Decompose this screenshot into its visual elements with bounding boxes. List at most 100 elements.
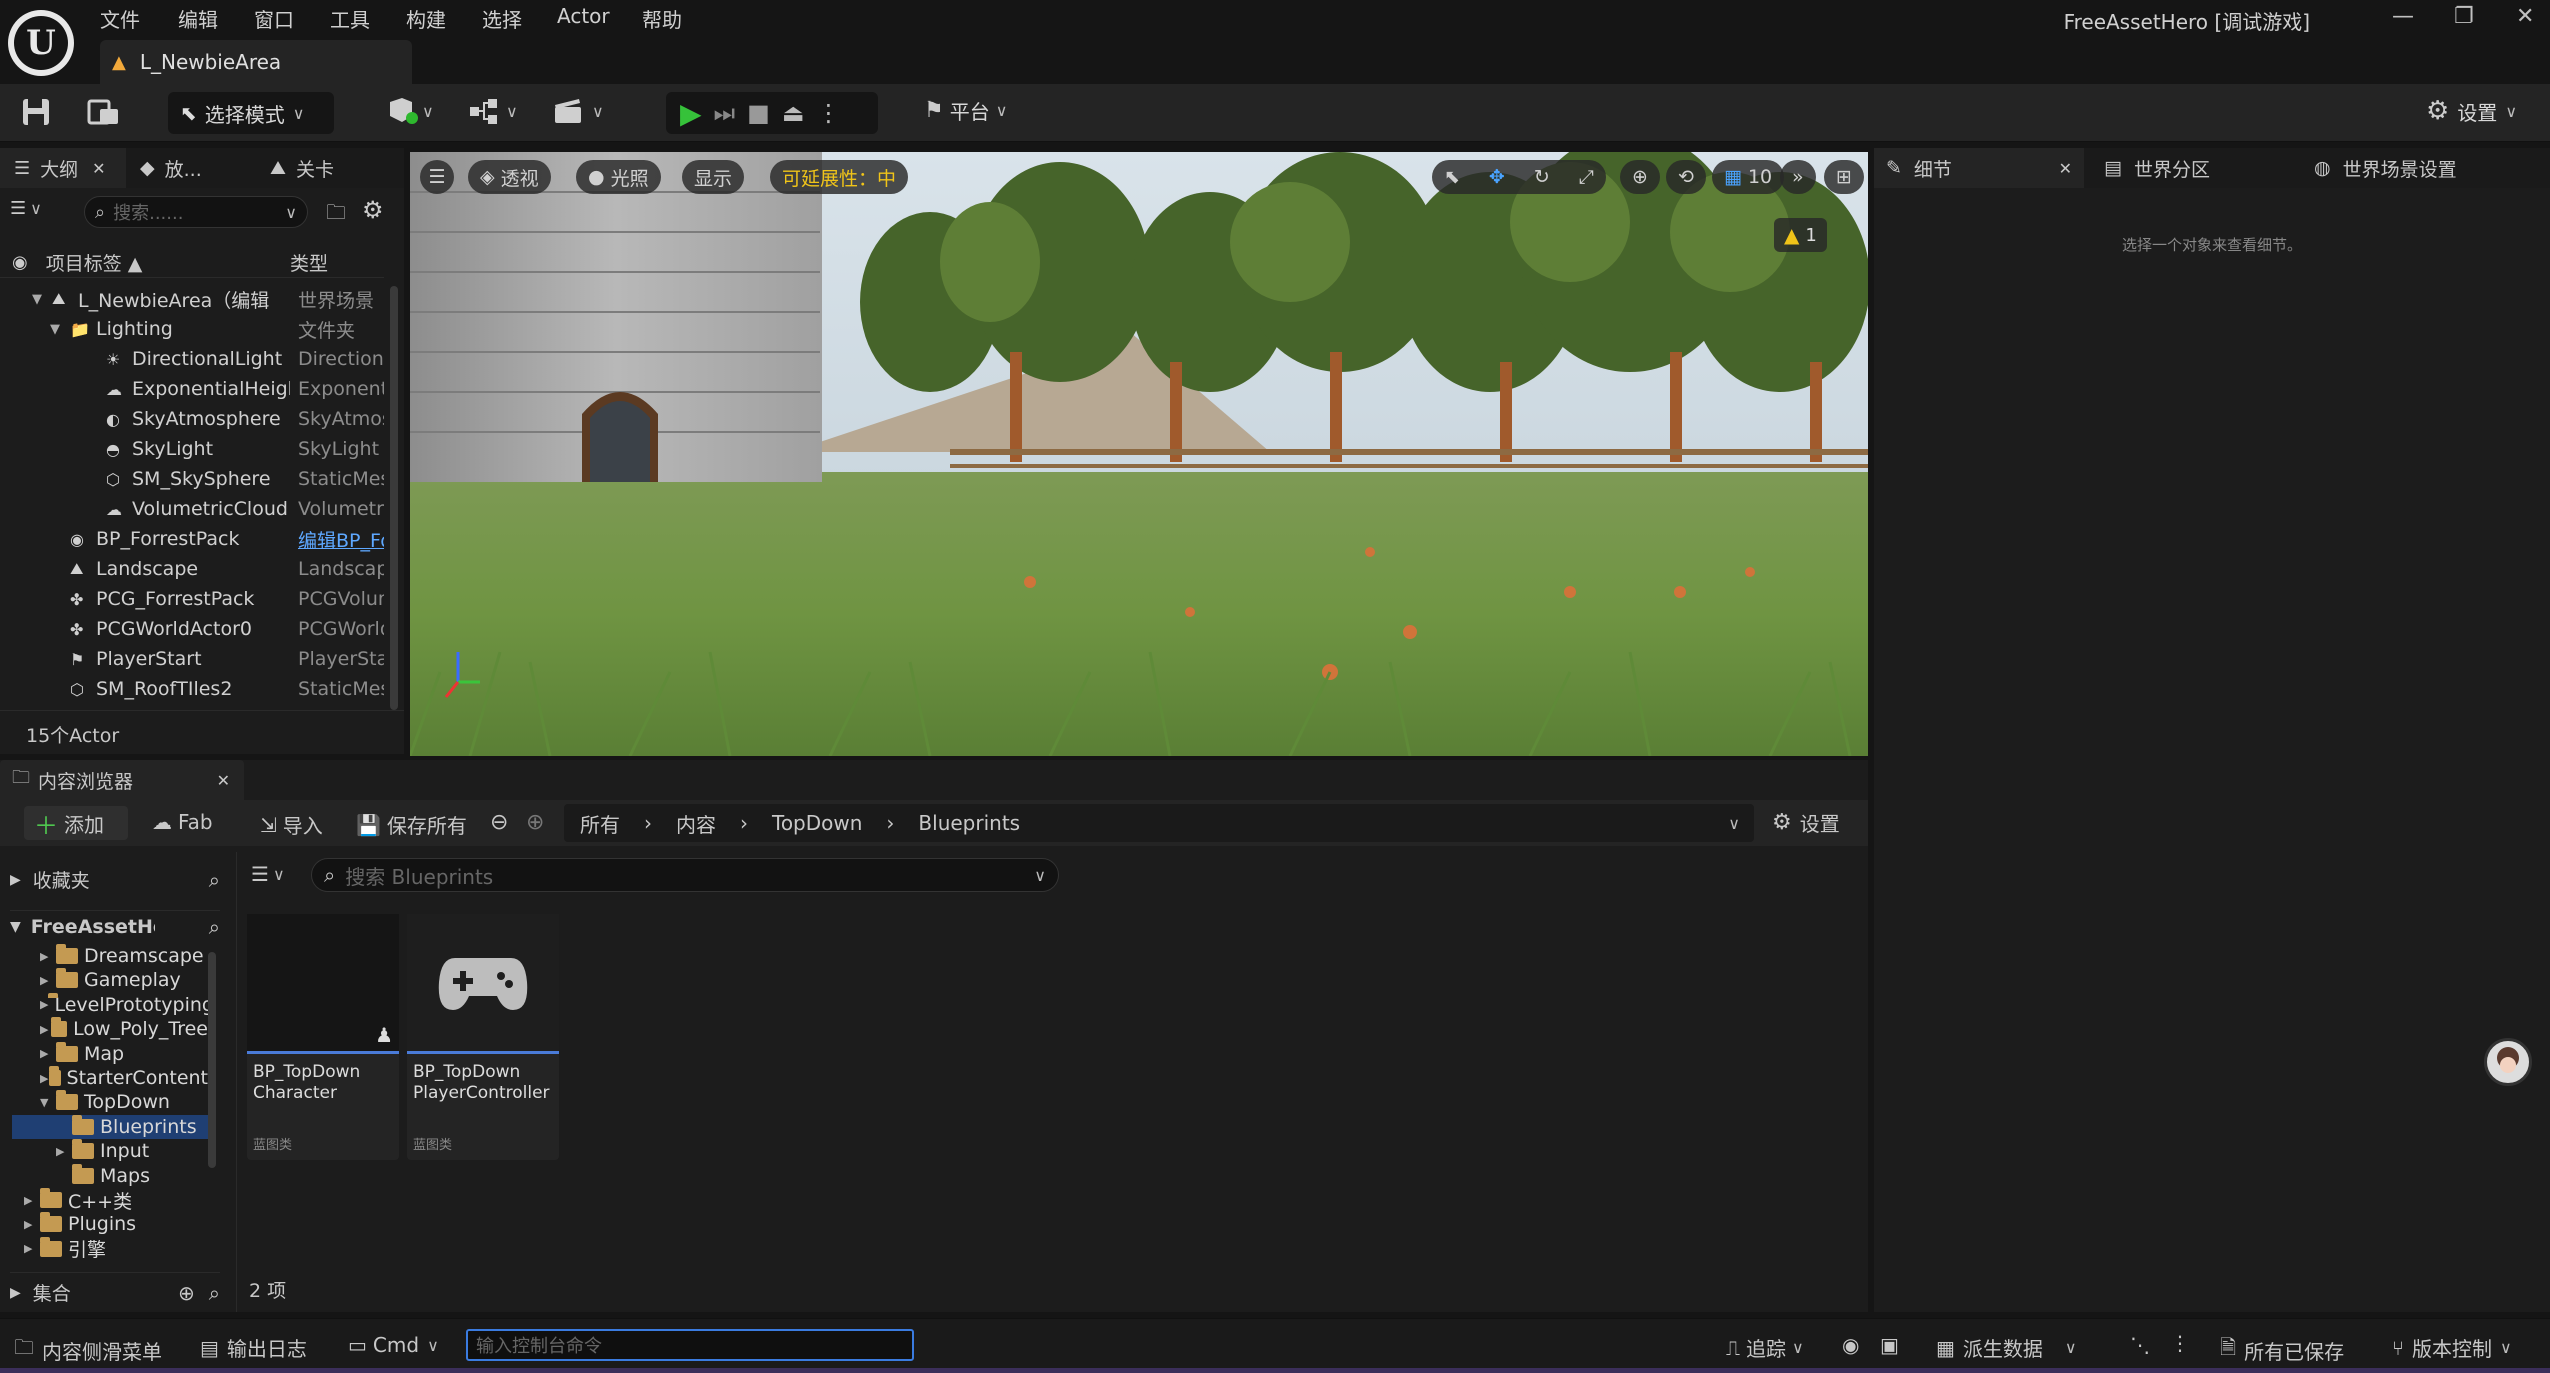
rotate-icon[interactable]: ↻ xyxy=(1534,166,1550,188)
forward-arrow-icon[interactable]: ⊕ xyxy=(526,810,544,835)
add-actor-button[interactable]: ∨ xyxy=(386,96,434,126)
outliner-row[interactable]: ☁ VolumetricCloud VolumetricCloud xyxy=(0,494,384,524)
tab-details[interactable]: ✎ 细节 ✕ xyxy=(1874,148,2084,188)
cb-settings-button[interactable]: ⚙ 设置 xyxy=(1772,808,1840,837)
breadcrumb-all[interactable]: 所有 xyxy=(580,809,620,838)
outliner-row[interactable]: ☁ ExponentialHeightFog ExponentialHeightFo… xyxy=(0,374,384,404)
add-collection-icon[interactable]: ⊕ xyxy=(178,1281,195,1305)
level-viewport[interactable]: ☰ ◈ 透视 ● 光照 显示 可延展性：中 ⬉ ✥ ↻ ⤢ ⊕ ⟲ ▦ 10 »… xyxy=(410,152,1868,756)
all-saved-button[interactable]: 🗎 所有已保存 xyxy=(2220,1333,2344,1367)
perspective-button[interactable]: ◈ 透视 xyxy=(468,160,551,194)
eject-icon[interactable]: ⏏ xyxy=(782,99,805,127)
menu-window[interactable]: 窗口 xyxy=(254,4,294,33)
breadcrumb-topdown[interactable]: TopDown xyxy=(772,811,862,835)
more-options-icon[interactable]: ⋮ xyxy=(2170,1331,2190,1355)
output-log-button[interactable]: ▤ 输出日志 xyxy=(200,1333,307,1362)
network-icon[interactable]: ⋱ xyxy=(2130,1333,2150,1357)
folder-tree-item[interactable]: ▶ Input xyxy=(12,1139,208,1163)
asset-filter-button[interactable]: ☰ ∨ xyxy=(251,862,285,886)
blueprint-menu-button[interactable]: ∨ xyxy=(468,96,518,126)
menu-select[interactable]: 选择 xyxy=(482,4,522,33)
folder-tree-item[interactable]: ▶ Plugins xyxy=(12,1212,208,1236)
outliner-row[interactable]: ✤ PCGWorldActor0 PCGWorldActor xyxy=(0,614,384,644)
tab-world-settings[interactable]: ◍ 世界场景设置 xyxy=(2308,148,2548,188)
breadcrumb-content[interactable]: 内容 xyxy=(676,809,716,838)
menu-actor[interactable]: Actor xyxy=(557,4,610,28)
fab-button[interactable]: ☁ Fab xyxy=(152,810,213,834)
chevron-right-icon[interactable]: ▶ xyxy=(40,998,48,1011)
outliner-row[interactable]: ⬡ SM_SkySphere StaticMeshActor xyxy=(0,464,384,494)
viewport-menu-button[interactable]: ☰ xyxy=(420,160,454,194)
viewport-layout-button[interactable]: ⊞ xyxy=(1824,160,1864,194)
chevron-right-icon[interactable]: ▶ xyxy=(24,1242,40,1255)
outliner-row[interactable]: ☀ DirectionalLight DirectionalLight xyxy=(0,344,384,374)
folder-tree-item[interactable]: ▼ TopDown xyxy=(12,1090,208,1114)
cmd-dropdown[interactable]: ▭ Cmd ∨ xyxy=(348,1333,439,1357)
column-item-label[interactable]: 项目标签 ▲ xyxy=(46,249,143,276)
chevron-right-icon[interactable]: ▶ xyxy=(56,1145,72,1158)
outliner-row[interactable]: ⛰ Landscape Landscape xyxy=(0,554,384,584)
stop-icon[interactable]: ■ xyxy=(747,99,770,127)
chevron-down-icon[interactable]: ∨ xyxy=(1728,814,1740,833)
platform-dropdown[interactable]: ⚑ 平台 ∨ xyxy=(924,96,1007,125)
browse-level-icon[interactable] xyxy=(86,96,120,128)
close-icon[interactable]: ✕ xyxy=(217,771,230,790)
outliner-row[interactable]: ▼ 📁 Lighting 文件夹 xyxy=(0,314,384,344)
breadcrumb-blueprints[interactable]: Blueprints xyxy=(918,811,1020,835)
folder-tree-scrollbar[interactable] xyxy=(208,952,216,1168)
asset-tile[interactable]: ♟ BP_TopDown Character 蓝图类 xyxy=(247,914,399,1160)
avatar[interactable] xyxy=(2484,1038,2532,1086)
tab-world-partition[interactable]: ▤ 世界分区 xyxy=(2084,148,2308,188)
surface-snap-toggle[interactable]: ⟲ xyxy=(1666,160,1706,194)
edit-blueprint-link[interactable]: 编辑BP_ForrestPack xyxy=(298,526,384,553)
select-mode-dropdown[interactable]: ⬉ 选择模式 ∨ xyxy=(168,92,334,134)
world-local-toggle[interactable]: ⊕ xyxy=(1620,160,1660,194)
save-icon[interactable] xyxy=(20,96,52,128)
screenshot-icon[interactable]: ▣ xyxy=(1880,1333,1899,1357)
folder-tree-item[interactable]: ▶ LevelPrototyping xyxy=(12,992,208,1017)
chevron-right-icon[interactable]: ▶ xyxy=(40,1072,49,1085)
outliner-row[interactable]: ◓ SkyLight SkyLight xyxy=(0,434,384,464)
save-all-button[interactable]: 💾 保存所有 xyxy=(356,810,467,839)
cinematics-button[interactable]: ∨ xyxy=(552,96,604,126)
restore-icon[interactable]: ❐ xyxy=(2454,4,2474,29)
expand-toggle[interactable]: ▼ xyxy=(50,322,60,337)
outliner-row[interactable]: ◉ BP_ForrestPack 编辑BP_ForrestPack xyxy=(0,524,384,554)
outliner-row[interactable]: ✤ PCG_ForrestPack PCGVolume xyxy=(0,584,384,614)
close-icon[interactable]: ✕ xyxy=(2059,159,2072,178)
folder-tree-item[interactable]: ▶ StarterContent xyxy=(12,1066,208,1090)
folder-tree-item[interactable]: Maps xyxy=(12,1163,208,1188)
warning-badge[interactable]: ▲ 1 xyxy=(1774,218,1827,252)
outliner-row[interactable]: ▼ ⛰ L_NewbieArea（编辑 世界场景 xyxy=(0,284,384,314)
play-options-icon[interactable]: ⋮ xyxy=(817,99,841,127)
folder-tree-item[interactable]: ▶ Dreamscape xyxy=(12,944,208,968)
column-type[interactable]: 类型 xyxy=(290,249,328,276)
level-tab[interactable]: ▲ L_NewbieArea xyxy=(100,40,412,84)
trace-dropdown[interactable]: ⎍ 追踪 ∨ xyxy=(1726,1333,1804,1362)
play-icon[interactable]: ▶ xyxy=(680,97,702,130)
favorites-header[interactable]: ▶ 收藏夹 ⌕ xyxy=(10,866,220,893)
folder-tree-item[interactable]: Blueprints xyxy=(12,1114,208,1139)
console-command-input[interactable]: 输入控制台命令 xyxy=(466,1329,914,1361)
search-icon[interactable]: ⌕ xyxy=(209,868,220,892)
outliner-row[interactable]: ◐ SkyAtmosphere SkyAtmosphere xyxy=(0,404,384,434)
collections-header[interactable]: ▶ 集合 ⊕ ⌕ xyxy=(10,1272,220,1306)
chevron-right-icon[interactable]: ▶ xyxy=(24,1194,40,1207)
import-button[interactable]: ⇲ 导入 xyxy=(260,810,323,839)
asset-tile[interactable]: BP_TopDown PlayerController 蓝图类 xyxy=(407,914,559,1160)
outliner-search-input[interactable]: ⌕ 搜索...... ∨ xyxy=(84,196,308,228)
menu-file[interactable]: 文件 xyxy=(100,4,140,33)
outliner-row[interactable]: ⬡ SM_RoofTIles2 StaticMeshActor xyxy=(0,674,384,704)
tab-outliner[interactable]: ☰ 大纲 ✕ xyxy=(0,148,126,188)
step-icon[interactable]: ⏭ xyxy=(714,99,736,127)
chevron-right-icon[interactable]: ▶ xyxy=(40,950,56,963)
gear-icon[interactable]: ⚙ xyxy=(362,196,384,224)
show-button[interactable]: 显示 xyxy=(682,160,745,194)
asset-search-input[interactable]: ⌕ 搜索 Blueprints ∨ xyxy=(311,858,1059,892)
folder-tree-item[interactable]: ▶ C++类 xyxy=(12,1188,208,1212)
folder-tree-item[interactable]: ▶ 引擎 xyxy=(12,1236,208,1261)
content-browser-tab[interactable]: 🗀 内容浏览器 ✕ xyxy=(0,760,244,800)
chevron-right-icon[interactable]: ▶ xyxy=(40,974,56,987)
grid-snap-button[interactable]: ▦ 10 xyxy=(1712,160,1785,194)
folder-tree-item[interactable]: ▶ Map xyxy=(12,1041,208,1066)
